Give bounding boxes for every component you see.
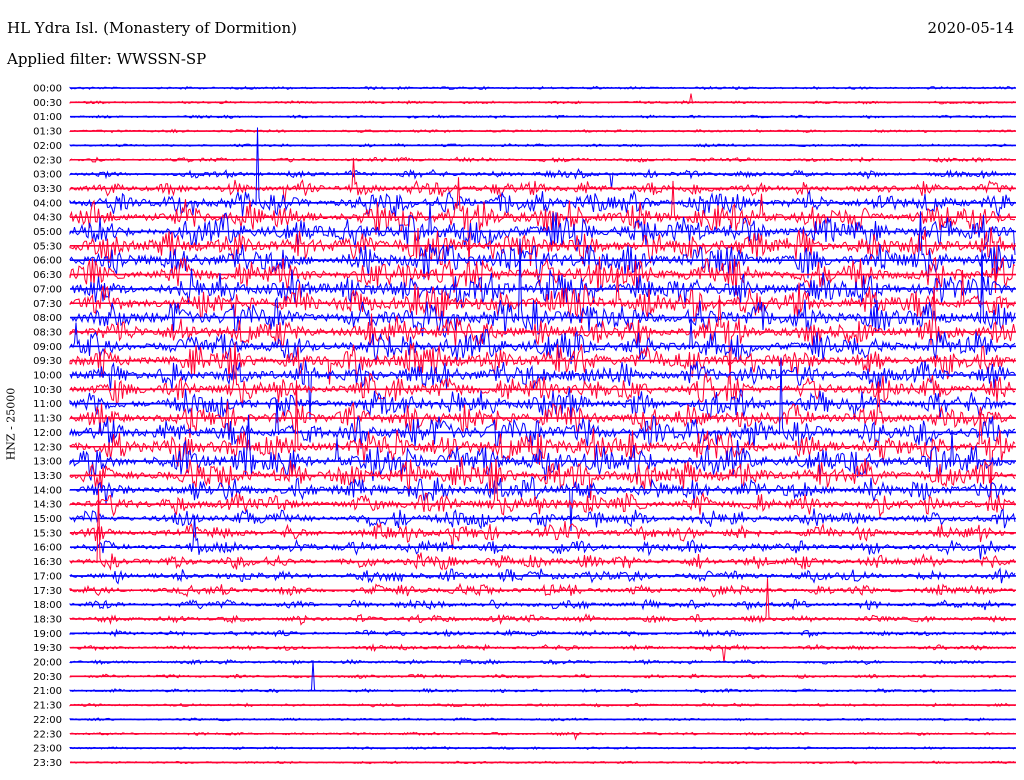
tick-label: 07:30 bbox=[33, 299, 62, 310]
tick-label: 20:00 bbox=[33, 658, 62, 669]
tick-label: 13:00 bbox=[33, 457, 62, 468]
tick-label: 19:30 bbox=[33, 643, 62, 654]
tick-label: 13:30 bbox=[33, 471, 62, 482]
seismic-trace bbox=[69, 578, 1016, 626]
tick-label: 00:00 bbox=[33, 84, 62, 95]
tick-label: 14:00 bbox=[33, 485, 62, 496]
tick-label: 14:30 bbox=[33, 500, 62, 511]
tick-label: 05:00 bbox=[33, 227, 62, 238]
tick-label: 07:00 bbox=[33, 284, 62, 295]
seismic-trace bbox=[69, 488, 1016, 571]
tick-label: 15:00 bbox=[33, 514, 62, 525]
tick-label: 11:30 bbox=[33, 414, 62, 425]
tick-label: 08:00 bbox=[33, 313, 62, 324]
tick-label: 05:30 bbox=[33, 241, 62, 252]
helicorder-plot: 00:00 00:30 01:00 01:30 02:00 02:30 03:00 03:30… bbox=[33, 84, 1016, 769]
tick-label: 03:30 bbox=[33, 184, 62, 195]
tick-label: 10:30 bbox=[33, 385, 62, 396]
tick-label: 20:30 bbox=[33, 672, 62, 683]
tick-label: 09:00 bbox=[33, 342, 62, 353]
tick-label: 06:30 bbox=[33, 270, 62, 281]
tick-label: 22:30 bbox=[33, 729, 62, 740]
tick-label: 04:00 bbox=[33, 198, 62, 209]
tick-label: 17:30 bbox=[33, 586, 62, 597]
tick-label: 06:00 bbox=[33, 256, 62, 267]
seismic-trace bbox=[69, 515, 1016, 560]
tick-label: 17:00 bbox=[33, 571, 62, 582]
tick-label: 21:00 bbox=[33, 686, 62, 697]
tick-label: 03:00 bbox=[33, 170, 62, 181]
tick-label: 16:00 bbox=[33, 543, 62, 554]
tick-label: 09:30 bbox=[33, 356, 62, 367]
tick-label: 08:30 bbox=[33, 327, 62, 338]
tick-label-group: 00:00 00:30 01:00 01:30 02:00 02:30 03:00 03:30… bbox=[33, 84, 62, 769]
tick-label: 00:30 bbox=[33, 98, 62, 109]
trace-group bbox=[69, 85, 1016, 765]
tick-label: 22:00 bbox=[33, 715, 62, 726]
tick-label: 18:00 bbox=[33, 600, 62, 611]
tick-label: 15:30 bbox=[33, 528, 62, 539]
tick-label: 21:30 bbox=[33, 701, 62, 712]
seismic-trace bbox=[69, 521, 1016, 550]
tick-label: 02:30 bbox=[33, 155, 62, 166]
tick-label: 23:00 bbox=[33, 744, 62, 755]
tick-label: 01:00 bbox=[33, 112, 62, 123]
tick-label: 02:00 bbox=[33, 141, 62, 152]
tick-label: 01:30 bbox=[33, 127, 62, 138]
tick-label: 11:00 bbox=[33, 399, 62, 410]
tick-label: 16:30 bbox=[33, 557, 62, 568]
tick-label: 10:00 bbox=[33, 371, 62, 382]
seismic-trace bbox=[69, 177, 1016, 267]
tick-label: 18:30 bbox=[33, 614, 62, 625]
tick-label: 12:00 bbox=[33, 428, 62, 439]
tick-label: 12:30 bbox=[33, 442, 62, 453]
tick-label: 23:30 bbox=[33, 758, 62, 769]
tick-label: 04:30 bbox=[33, 213, 62, 224]
tick-label: 19:00 bbox=[33, 629, 62, 640]
seismic-trace bbox=[69, 286, 1016, 385]
